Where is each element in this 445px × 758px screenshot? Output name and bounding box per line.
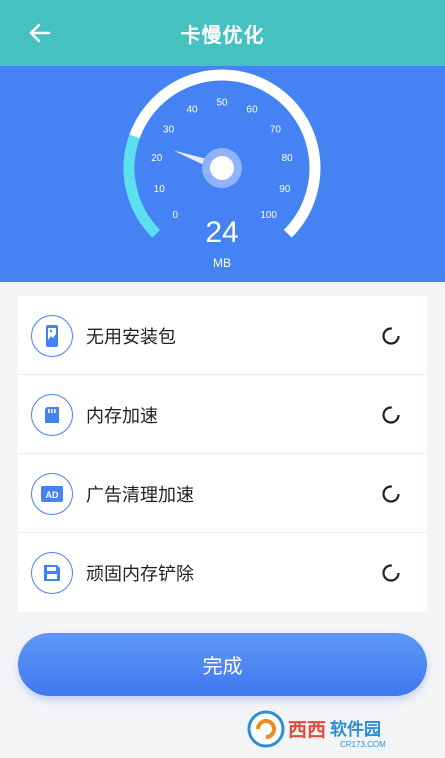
- svg-text:软件园: 软件园: [330, 719, 381, 740]
- gauge-tick-label: 70: [270, 125, 282, 136]
- ad-icon: AD: [31, 473, 73, 515]
- gauge-tick-label: 40: [186, 105, 198, 116]
- gauge-tick-label: 60: [246, 105, 258, 116]
- item-label: 顽固内存铲除: [86, 563, 194, 585]
- svg-text:CR173.COM: CR173.COM: [340, 740, 386, 749]
- gauge-unit: MB: [213, 256, 231, 270]
- back-button[interactable]: [22, 15, 58, 51]
- gauge-hub-inner: [210, 156, 234, 180]
- list-item-memory-boost[interactable]: 内存加速: [18, 375, 427, 454]
- loading-spinner-icon: [382, 406, 400, 424]
- floppy-disk-icon: [31, 552, 73, 594]
- item-label: 广告清理加速: [86, 484, 194, 506]
- phone-image-icon: [31, 315, 73, 357]
- top-bar: 卡慢优化: [0, 0, 445, 66]
- gauge-tick-label: 90: [279, 184, 291, 195]
- gauge-tick-label: 20: [151, 153, 163, 164]
- loading-spinner-icon: [382, 564, 400, 582]
- gauge-tick-label: 30: [163, 125, 175, 136]
- item-label: 内存加速: [86, 405, 158, 427]
- watermark-logo-image: 西西 软件园 CR173.COM: [247, 710, 386, 749]
- gauge-tick-label: 80: [282, 153, 294, 164]
- svg-text:AD: AD: [46, 490, 59, 500]
- done-button[interactable]: 完成: [18, 633, 427, 696]
- memory-card-icon: [31, 394, 73, 436]
- watermark-logo: 西西 软件园 CR173.COM: [244, 708, 432, 750]
- item-label: 无用安装包: [86, 326, 176, 348]
- gauge-panel: 0 10 20 30 40 50 60 70 80 90 100 24 MB: [0, 66, 445, 282]
- gauge-tick-label: 10: [154, 184, 166, 195]
- page-title: 卡慢优化: [180, 22, 265, 47]
- gauge-tick-label: 100: [260, 210, 277, 221]
- optimization-list: 无用安装包 内存加速 AD 广告清理加速 顽固内存铲除: [18, 296, 427, 612]
- list-item-unused-packages[interactable]: 无用安装包: [18, 296, 427, 375]
- loading-spinner-icon: [382, 327, 400, 345]
- gauge-tick-label: 50: [216, 98, 228, 109]
- gauge-progress: [123, 134, 161, 238]
- loading-spinner-icon: [382, 485, 400, 503]
- gauge-value: 24: [205, 216, 238, 249]
- svg-text:西西: 西西: [288, 719, 326, 741]
- speed-gauge: 0 10 20 30 40 50 60 70 80 90 100 24 MB: [123, 69, 321, 270]
- list-item-ad-cleanup[interactable]: AD 广告清理加速: [18, 454, 427, 533]
- list-item-stubborn-memory[interactable]: 顽固内存铲除: [18, 533, 427, 612]
- gauge-tick-label: 0: [173, 210, 179, 221]
- arrow-left-icon: [29, 23, 51, 43]
